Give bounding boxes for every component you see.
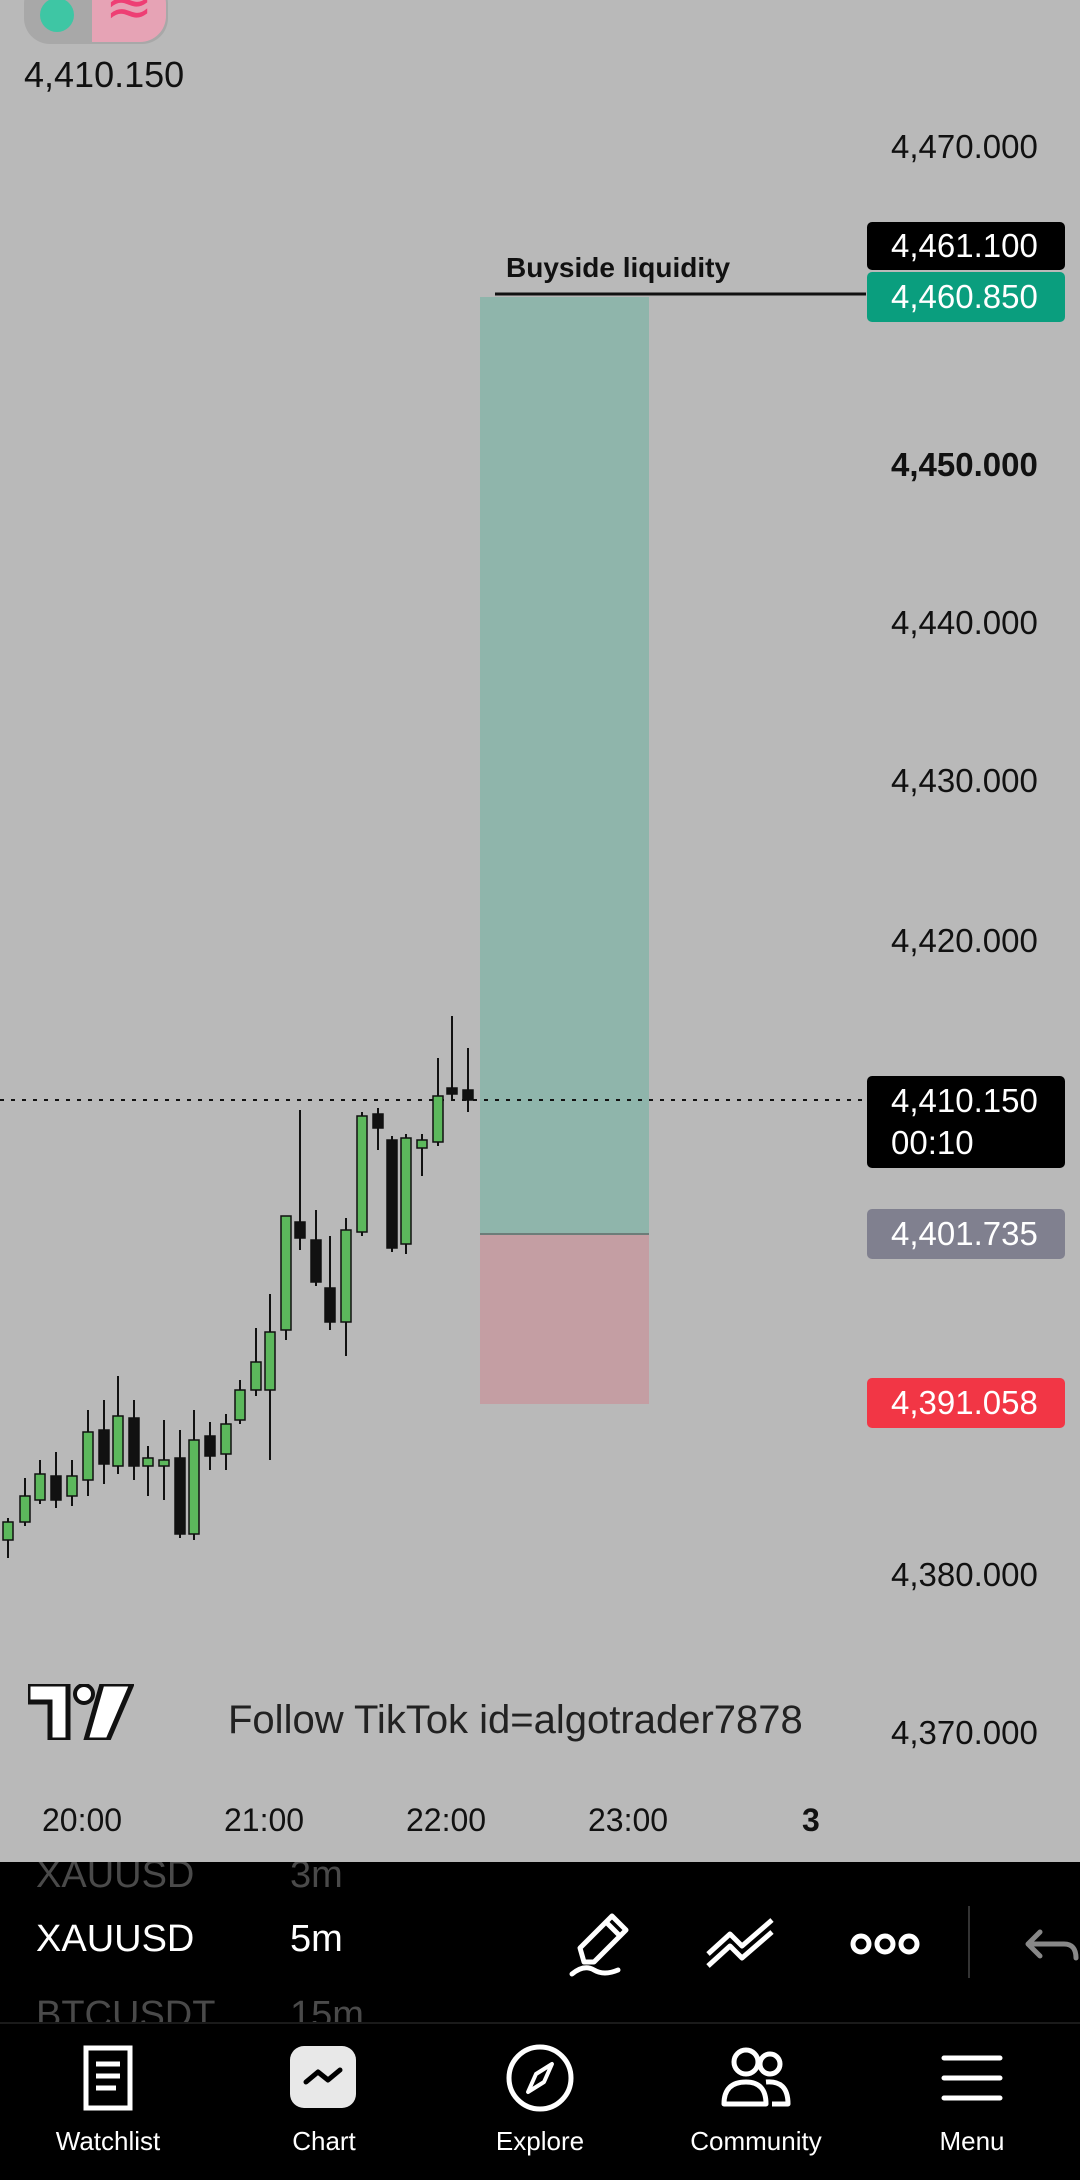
chart-toolbar: XAUUSD 3m XAUUSD 5m BTCUSDT 15m — [0, 1862, 1080, 2022]
candle-body[interactable] — [50, 1475, 62, 1501]
symbol-option[interactable]: BTCUSDT — [36, 1994, 215, 2022]
candle-body[interactable] — [234, 1389, 246, 1421]
current-price-tag[interactable]: 4,410.150 00:10 — [867, 1076, 1065, 1168]
bar-countdown: 00:10 — [891, 1124, 974, 1161]
candle-body[interactable] — [386, 1139, 398, 1249]
liquidity-price-tag[interactable]: 4,461.100 — [867, 222, 1065, 270]
candle-body[interactable] — [66, 1475, 78, 1497]
hamburger-icon — [941, 2055, 1003, 2101]
candle-body[interactable] — [340, 1229, 352, 1323]
candles[interactable] — [2, 1016, 474, 1558]
candle-body[interactable] — [400, 1137, 412, 1245]
selected-symbol[interactable]: XAUUSD — [36, 1918, 194, 1961]
time-axis-label: 22:00 — [406, 1802, 487, 1838]
loss-zone[interactable] — [480, 1234, 649, 1404]
interval-option[interactable]: 3m — [290, 1862, 343, 1897]
stop-price-tag[interactable]: 4,391.058 — [867, 1378, 1065, 1428]
candle-body[interactable] — [98, 1429, 110, 1465]
time-axis-label: 20:00 — [42, 1802, 123, 1838]
price-axis-label: 4,440.000 — [891, 604, 1038, 641]
watermark-text: Follow TikTok id=algotrader7878 — [228, 1698, 803, 1742]
price-axis-label: 4,470.000 — [891, 128, 1038, 165]
candle-body[interactable] — [432, 1095, 444, 1143]
selected-interval[interactable]: 5m — [290, 1918, 343, 1961]
candle-body[interactable] — [82, 1431, 94, 1481]
candle-body[interactable] — [310, 1239, 322, 1283]
liquidity-label[interactable]: Buyside liquidity — [506, 252, 730, 284]
candle-body[interactable] — [294, 1221, 306, 1239]
candle-body[interactable] — [2, 1521, 14, 1541]
candle-body[interactable] — [356, 1115, 368, 1233]
nav-label: Chart — [292, 2126, 356, 2156]
candle-body[interactable] — [188, 1439, 200, 1535]
nav-community[interactable]: Community — [648, 2024, 864, 2180]
entry-price-tag[interactable]: 4,401.735 — [867, 1209, 1065, 1259]
toolbar-divider — [968, 1906, 970, 1978]
nav-chart[interactable]: Chart — [216, 2024, 432, 2180]
candle-body[interactable] — [174, 1457, 186, 1535]
candle-body[interactable] — [372, 1113, 384, 1129]
price-axis-label: 4,380.000 — [891, 1556, 1038, 1593]
candle-body[interactable] — [324, 1287, 336, 1323]
compass-icon — [506, 2044, 574, 2112]
candle-body[interactable] — [19, 1495, 31, 1523]
candle-body[interactable] — [264, 1331, 276, 1391]
profit-zone[interactable] — [480, 297, 649, 1234]
price-axis-label: 4,420.000 — [891, 922, 1038, 959]
chart-icon — [290, 2046, 356, 2108]
bottom-navigation: Watchlist Chart Explore Community Menu — [0, 2022, 1080, 2180]
watchlist-icon — [83, 2045, 133, 2111]
nav-explore[interactable]: Explore — [432, 2024, 648, 2180]
candle-body[interactable] — [250, 1361, 262, 1391]
candle-body[interactable] — [446, 1087, 458, 1095]
price-axis-label: 4,370.000 — [891, 1714, 1038, 1751]
pencil-icon[interactable] — [560, 1904, 640, 1984]
candle-body[interactable] — [158, 1459, 170, 1467]
time-axis-label: 23:00 — [588, 1802, 669, 1838]
candle-body[interactable] — [462, 1089, 474, 1101]
time-axis-label: 21:00 — [224, 1802, 305, 1838]
nav-label: Explore — [495, 2126, 585, 2156]
people-icon — [721, 2047, 791, 2107]
candle-body[interactable] — [142, 1457, 154, 1467]
trend-lines-icon[interactable] — [700, 1904, 780, 1984]
current-price-value: 4,410.150 — [891, 1082, 1038, 1119]
nav-menu[interactable]: Menu — [864, 2024, 1080, 2180]
candle-body[interactable] — [220, 1423, 232, 1455]
price-axis-label: 4,430.000 — [891, 762, 1038, 799]
tradingview-logo-icon — [28, 1684, 134, 1740]
candle-body[interactable] — [128, 1417, 140, 1467]
interval-option[interactable]: 15m — [290, 1994, 364, 2022]
price-axis-label: 4,450.000 — [891, 446, 1038, 483]
target-price-tag[interactable]: 4,460.850 — [867, 272, 1065, 322]
nav-label: Menu — [939, 2126, 1005, 2156]
nav-label: Community — [690, 2126, 822, 2156]
candle-body[interactable] — [204, 1435, 216, 1457]
undo-icon[interactable] — [1020, 1904, 1080, 1984]
candle-body[interactable] — [34, 1473, 46, 1501]
symbol-option[interactable]: XAUUSD — [36, 1862, 194, 1897]
candle-body[interactable] — [416, 1139, 428, 1149]
candle-body[interactable] — [280, 1215, 292, 1331]
more-icon[interactable] — [845, 1904, 925, 1984]
nav-watchlist[interactable]: Watchlist — [0, 2024, 216, 2180]
candle-body[interactable] — [112, 1415, 124, 1467]
chart-area[interactable]: ≈ 4,410.150 Buyside liquidity 4,470.000 … — [0, 0, 1080, 1862]
nav-label: Watchlist — [55, 2126, 161, 2156]
scale-setting[interactable]: 3 — [802, 1802, 820, 1839]
